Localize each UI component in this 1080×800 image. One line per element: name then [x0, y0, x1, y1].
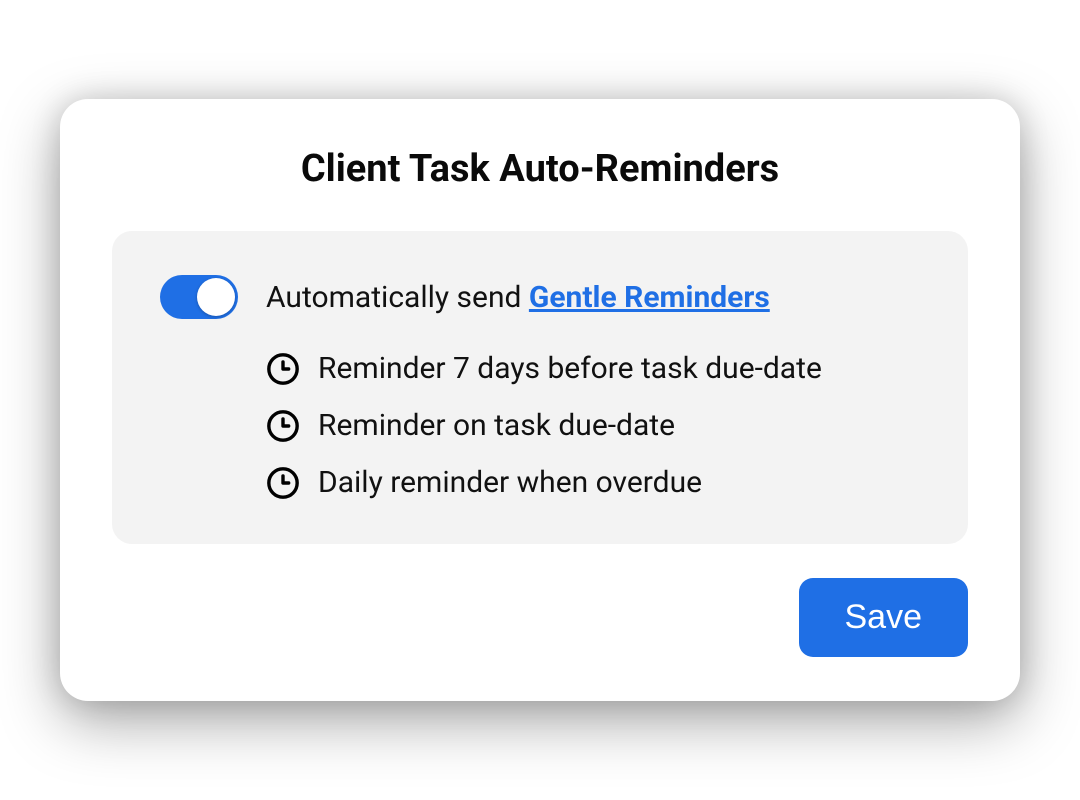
reminders-card: Client Task Auto-Reminders Automatically… [60, 99, 1020, 701]
reminder-item: Daily reminder when overdue [266, 465, 920, 500]
card-title: Client Task Auto-Reminders [112, 147, 968, 191]
reminder-item: Reminder on task due-date [266, 408, 920, 443]
auto-send-toggle[interactable] [160, 275, 238, 319]
auto-send-label: Automatically send Gentle Reminders [266, 280, 770, 315]
toggle-knob [197, 278, 235, 316]
clock-icon [266, 352, 300, 386]
clock-icon [266, 466, 300, 500]
auto-send-row: Automatically send Gentle Reminders [160, 275, 920, 319]
reminder-list: Reminder 7 days before task due-date Rem… [160, 351, 920, 500]
save-button[interactable]: Save [799, 578, 969, 657]
reminder-text: Reminder 7 days before task due-date [318, 351, 822, 386]
auto-send-label-prefix: Automatically send [266, 280, 529, 315]
reminder-item: Reminder 7 days before task due-date [266, 351, 920, 386]
reminder-text: Daily reminder when overdue [318, 465, 702, 500]
settings-panel: Automatically send Gentle Reminders Remi… [112, 231, 968, 544]
reminder-text: Reminder on task due-date [318, 408, 675, 443]
gentle-reminders-link[interactable]: Gentle Reminders [529, 280, 770, 315]
card-footer: Save [112, 578, 968, 657]
clock-icon [266, 409, 300, 443]
